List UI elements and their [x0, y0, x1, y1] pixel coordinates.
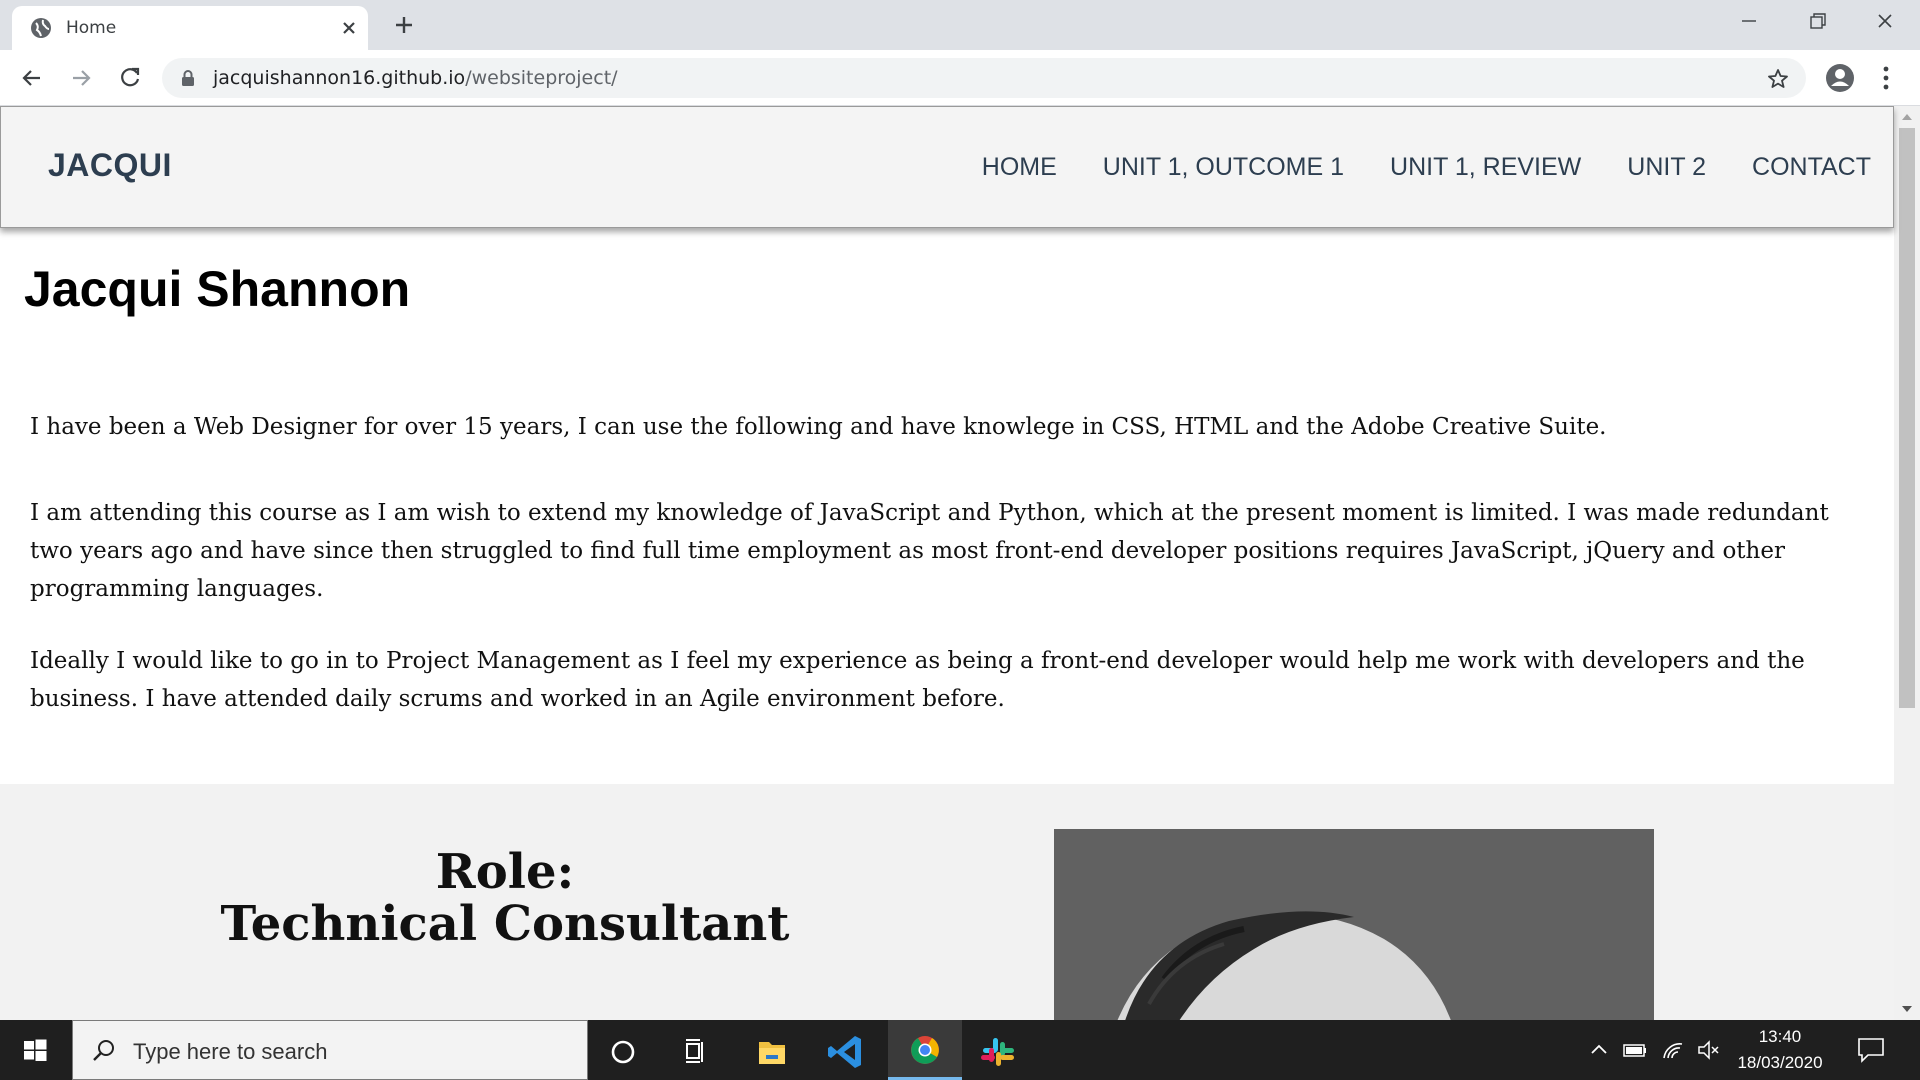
slack-icon[interactable]: [967, 1028, 1027, 1076]
browser-toolbar: jacquishannon16.github.io/websiteproject…: [0, 50, 1920, 106]
url-text: jacquishannon16.github.io/websiteproject…: [213, 67, 618, 89]
browser-tabstrip: Home: [0, 0, 1920, 50]
show-hidden-icons-chevron-icon[interactable]: [1586, 1038, 1612, 1062]
more-menu-icon[interactable]: [1876, 62, 1896, 94]
page-viewport: JACQUI HOME UNIT 1, OUTCOME 1 UNIT 1, RE…: [0, 106, 1920, 1020]
nav-link-home[interactable]: HOME: [982, 153, 1057, 182]
url-path: /websiteproject/: [465, 67, 618, 89]
minimize-window-icon[interactable]: [1716, 0, 1782, 44]
address-bar[interactable]: jacquishannon16.github.io/websiteproject…: [162, 58, 1806, 98]
role-value: Technical Consultant: [220, 896, 790, 952]
site-nav: HOME UNIT 1, OUTCOME 1 UNIT 1, REVIEW UN…: [982, 153, 1871, 182]
battery-icon[interactable]: [1622, 1038, 1648, 1062]
search-placeholder: Type here to search: [133, 1039, 328, 1064]
search-icon: [93, 1040, 114, 1061]
restore-window-icon[interactable]: [1784, 0, 1850, 44]
new-tab-icon[interactable]: [392, 13, 416, 37]
profile-photo-image: [1054, 829, 1654, 1020]
clock-time: 13:40: [1758, 1027, 1802, 1046]
nav-link-unit1-outcome1[interactable]: UNIT 1, OUTCOME 1: [1103, 153, 1344, 182]
forward-arrow-icon[interactable]: [67, 64, 95, 92]
back-arrow-icon[interactable]: [18, 64, 46, 92]
intro-paragraph-2: I am attending this course as I am wish …: [30, 500, 1829, 602]
close-window-icon[interactable]: [1852, 0, 1918, 44]
windows-start-icon[interactable]: [0, 1020, 70, 1080]
nav-link-contact[interactable]: CONTACT: [1752, 153, 1871, 182]
role-label: Role:: [435, 844, 575, 900]
page-scrollbar[interactable]: [1894, 106, 1920, 1020]
site-header: JACQUI HOME UNIT 1, OUTCOME 1 UNIT 1, RE…: [0, 106, 1894, 228]
action-center-notification-icon[interactable]: [1856, 1036, 1886, 1064]
cortana-icon[interactable]: [593, 1028, 653, 1076]
windows-taskbar: Type here to search 13:40 18/03/2020: [0, 1020, 1920, 1080]
vscode-icon[interactable]: [817, 1028, 877, 1076]
globe-icon: [31, 18, 51, 38]
site-logo[interactable]: JACQUI: [48, 147, 172, 184]
intro-paragraph-3: Ideally I would like to go in to Project…: [30, 648, 1805, 712]
file-explorer-icon[interactable]: [742, 1028, 802, 1076]
chrome-icon: [911, 1036, 939, 1064]
role-section: Role: Technical Consultant: [0, 784, 1894, 1020]
task-view-icon[interactable]: [666, 1028, 726, 1076]
reload-icon[interactable]: [116, 64, 144, 92]
chrome-taskbar-button[interactable]: [888, 1020, 962, 1080]
url-host: jacquishannon16.github.io: [213, 67, 466, 89]
tab-title: Home: [66, 18, 117, 38]
page-title: Jacqui Shannon: [24, 261, 411, 317]
scrollbar-thumb[interactable]: [1899, 128, 1915, 708]
bookmark-star-icon[interactable]: [1766, 67, 1790, 91]
volume-muted-icon[interactable]: [1696, 1038, 1722, 1062]
intro-paragraph-1: I have been a Web Designer for over 15 y…: [30, 414, 1607, 440]
profile-avatar-icon[interactable]: [1824, 62, 1856, 94]
browser-tab-home[interactable]: Home: [12, 6, 368, 50]
nav-link-unit2[interactable]: UNIT 2: [1627, 153, 1706, 182]
lock-icon[interactable]: [180, 69, 196, 87]
close-tab-icon[interactable]: [338, 17, 360, 39]
taskbar-search-box[interactable]: Type here to search: [72, 1020, 588, 1080]
clock-date: 18/03/2020: [1737, 1053, 1823, 1072]
system-clock[interactable]: 13:40 18/03/2020: [1728, 1024, 1832, 1076]
scroll-up-arrow-icon[interactable]: [1902, 114, 1912, 120]
profile-photo: [1054, 829, 1654, 1020]
scroll-down-arrow-icon[interactable]: [1902, 1006, 1912, 1012]
network-wifi-icon[interactable]: [1660, 1038, 1686, 1062]
nav-link-unit1-review[interactable]: UNIT 1, REVIEW: [1390, 153, 1581, 182]
